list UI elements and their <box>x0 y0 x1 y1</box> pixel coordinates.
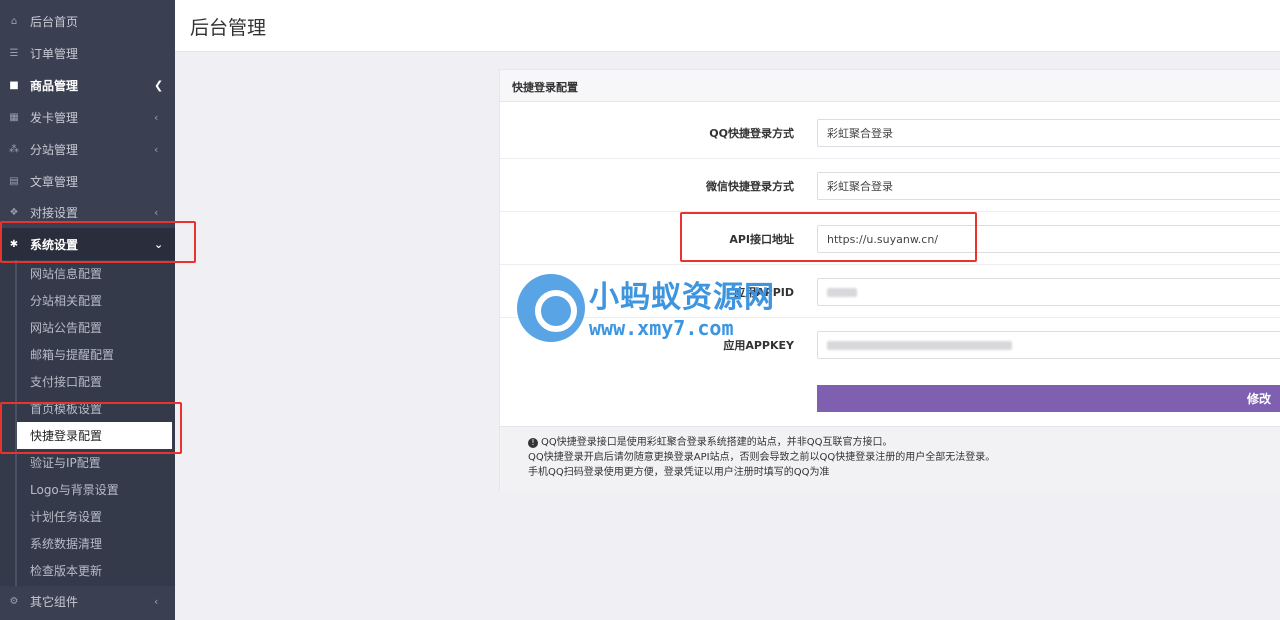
sidebar-item-label: 对接设置 <box>30 205 79 220</box>
sidebar-item-label: 发卡管理 <box>30 110 79 125</box>
submenu-item-label: Logo与背景设置 <box>30 483 119 497</box>
submenu-item-label: 网站信息配置 <box>30 267 103 281</box>
redacted-value <box>827 340 1012 350</box>
sidebar-item-other-components[interactable]: ⚙ 其它组件 ‹ <box>0 588 175 614</box>
field-value: 彩虹聚合登录 <box>827 127 893 140</box>
field-label: QQ快捷登录方式 <box>709 127 794 140</box>
sidebar-item-label: 文章管理 <box>30 174 79 189</box>
submenu-item-template-settings[interactable]: 首页模板设置 <box>17 395 172 422</box>
page-header: 后台管理 <box>175 0 1280 52</box>
list-icon: ☰ <box>9 47 19 59</box>
field-value: https://u.suyanw.cn/ <box>827 232 939 246</box>
submenu-item-site-info[interactable]: 网站信息配置 <box>17 260 172 287</box>
submenu-item-label: 计划任务设置 <box>30 510 103 524</box>
sitemap-icon: ⁂ <box>9 143 19 155</box>
field-label: 微信快捷登录方式 <box>706 180 794 193</box>
field-value: 彩虹聚合登录 <box>827 180 893 193</box>
submenu-item-label: 支付接口配置 <box>30 375 103 389</box>
submenu-item-substation-config[interactable]: 分站相关配置 <box>17 287 172 314</box>
field-label: 应用APPKEY <box>723 339 794 352</box>
chevron-left-icon: ‹ <box>154 594 159 608</box>
submenu-item-label: 检查版本更新 <box>30 564 103 578</box>
sidebar-item-substations[interactable]: ⁂ 分站管理 ‹ <box>0 136 175 162</box>
note-line: ! QQ快捷登录接口是使用彩虹聚合登录系统搭建的站点，并非QQ互联官方接口。 <box>528 435 1280 450</box>
submenu-item-cron[interactable]: 计划任务设置 <box>17 503 172 530</box>
submenu-item-label: 邮箱与提醒配置 <box>30 348 115 362</box>
submenu-item-payment-config[interactable]: 支付接口配置 <box>17 368 172 395</box>
form-row-appid: 应用APPID <box>500 265 1280 318</box>
sidebar-item-docking[interactable]: ❖ 对接设置 ‹ <box>0 199 175 225</box>
sidebar-item-label: 后台首页 <box>30 14 79 29</box>
submenu-item-label: 系统数据清理 <box>30 537 103 551</box>
submenu-item-label: 首页模板设置 <box>30 402 103 416</box>
note-text: QQ快捷登录接口是使用彩虹聚合登录系统搭建的站点，并非QQ互联官方接口。 <box>541 437 893 448</box>
sidebar-item-articles[interactable]: ▤ 文章管理 <box>0 168 175 194</box>
submenu-item-label: 快捷登录配置 <box>30 429 103 443</box>
form-row-appkey: 应用APPKEY <box>500 318 1280 371</box>
config-panel: 快捷登录配置 QQ快捷登录方式 彩虹聚合登录 微信快捷登录方式 彩虹聚合登录 A… <box>499 69 1280 492</box>
sidebar-item-cards[interactable]: ▦ 发卡管理 ‹ <box>0 104 175 130</box>
submit-button[interactable]: 修改 <box>817 385 1280 412</box>
sidebar-item-system-settings[interactable]: ✱ 系统设置 ⌄ <box>0 228 175 260</box>
submenu-item-notice-config[interactable]: 网站公告配置 <box>17 314 172 341</box>
panel-header: 快捷登录配置 <box>500 70 1280 102</box>
submenu-item-label: 网站公告配置 <box>30 321 103 335</box>
info-notes: ! QQ快捷登录接口是使用彩虹聚合登录系统搭建的站点，并非QQ互联官方接口。 QQ… <box>500 426 1280 492</box>
submenu-item-quick-login[interactable]: 快捷登录配置 <box>17 422 172 449</box>
submenu-item-label: 分站相关配置 <box>30 294 103 308</box>
panel-title: 快捷登录配置 <box>512 81 578 94</box>
chevron-left-icon: ‹ <box>154 110 159 124</box>
appid-input[interactable] <box>817 278 1280 306</box>
book-icon: ▤ <box>9 175 19 187</box>
form-row-qq-login: QQ快捷登录方式 彩虹聚合登录 <box>500 106 1280 159</box>
submenu-item-logo-bg[interactable]: Logo与背景设置 <box>17 476 172 503</box>
sidebar-item-label: 订单管理 <box>30 46 79 61</box>
chevron-down-icon: ⌄ <box>154 237 164 251</box>
system-settings-submenu: 网站信息配置 分站相关配置 网站公告配置 邮箱与提醒配置 支付接口配置 首页模板… <box>0 260 175 586</box>
home-icon: ⌂ <box>10 15 18 27</box>
form-row-wechat-login: 微信快捷登录方式 彩虹聚合登录 <box>500 159 1280 212</box>
submenu-item-label: 验证与IP配置 <box>30 456 101 470</box>
submenu-item-data-cleanup[interactable]: 系统数据清理 <box>17 530 172 557</box>
submenu-item-verify-ip[interactable]: 验证与IP配置 <box>17 449 172 476</box>
chevron-left-icon: ‹ <box>154 205 159 219</box>
field-label: API接口地址 <box>729 233 794 246</box>
sidebar-item-products[interactable]: ■ 商品管理 ❮ <box>0 72 175 98</box>
chevron-left-icon: ‹ <box>154 142 159 156</box>
sidebar: ⌂ 后台首页 ☰ 订单管理 ■ 商品管理 ❮ ▦ 发卡管理 ‹ ⁂ 分站管理 ‹… <box>0 0 175 620</box>
form-row-api-url: API接口地址 https://u.suyanw.cn/ <box>500 212 1280 265</box>
info-icon: ! <box>528 438 538 448</box>
sidebar-item-label: 系统设置 <box>30 237 79 252</box>
qq-login-method-select[interactable]: 彩虹聚合登录 <box>817 119 1280 147</box>
cart-icon: ■ <box>9 79 19 91</box>
submenu-item-mail-config[interactable]: 邮箱与提醒配置 <box>17 341 172 368</box>
gear-icon: ✱ <box>9 238 19 250</box>
sidebar-item-orders[interactable]: ☰ 订单管理 <box>0 40 175 66</box>
gears-icon: ⚙ <box>9 595 19 607</box>
redacted-value <box>827 287 857 297</box>
appkey-input[interactable] <box>817 331 1280 359</box>
note-line: 手机QQ扫码登录使用更方便，登录凭证以用户注册时填写的QQ为准 <box>528 467 830 478</box>
sidebar-item-label: 分站管理 <box>30 142 79 157</box>
grid-icon: ▦ <box>9 111 19 123</box>
sidebar-item-label: 商品管理 <box>30 78 79 93</box>
api-url-input[interactable]: https://u.suyanw.cn/ <box>817 225 1280 253</box>
page-title: 后台管理 <box>190 17 267 39</box>
submenu-item-version-check[interactable]: 检查版本更新 <box>17 557 172 584</box>
chevron-left-icon: ❮ <box>154 78 164 92</box>
wechat-login-method-select[interactable]: 彩虹聚合登录 <box>817 172 1280 200</box>
cubes-icon: ❖ <box>9 206 19 218</box>
note-line: QQ快捷登录开启后请勿随意更换登录API站点，否则会导致之前以QQ快捷登录注册的… <box>528 452 996 463</box>
sidebar-item-label: 其它组件 <box>30 594 79 609</box>
sidebar-item-home[interactable]: ⌂ 后台首页 <box>0 8 175 34</box>
field-label: 应用APPID <box>734 286 794 299</box>
